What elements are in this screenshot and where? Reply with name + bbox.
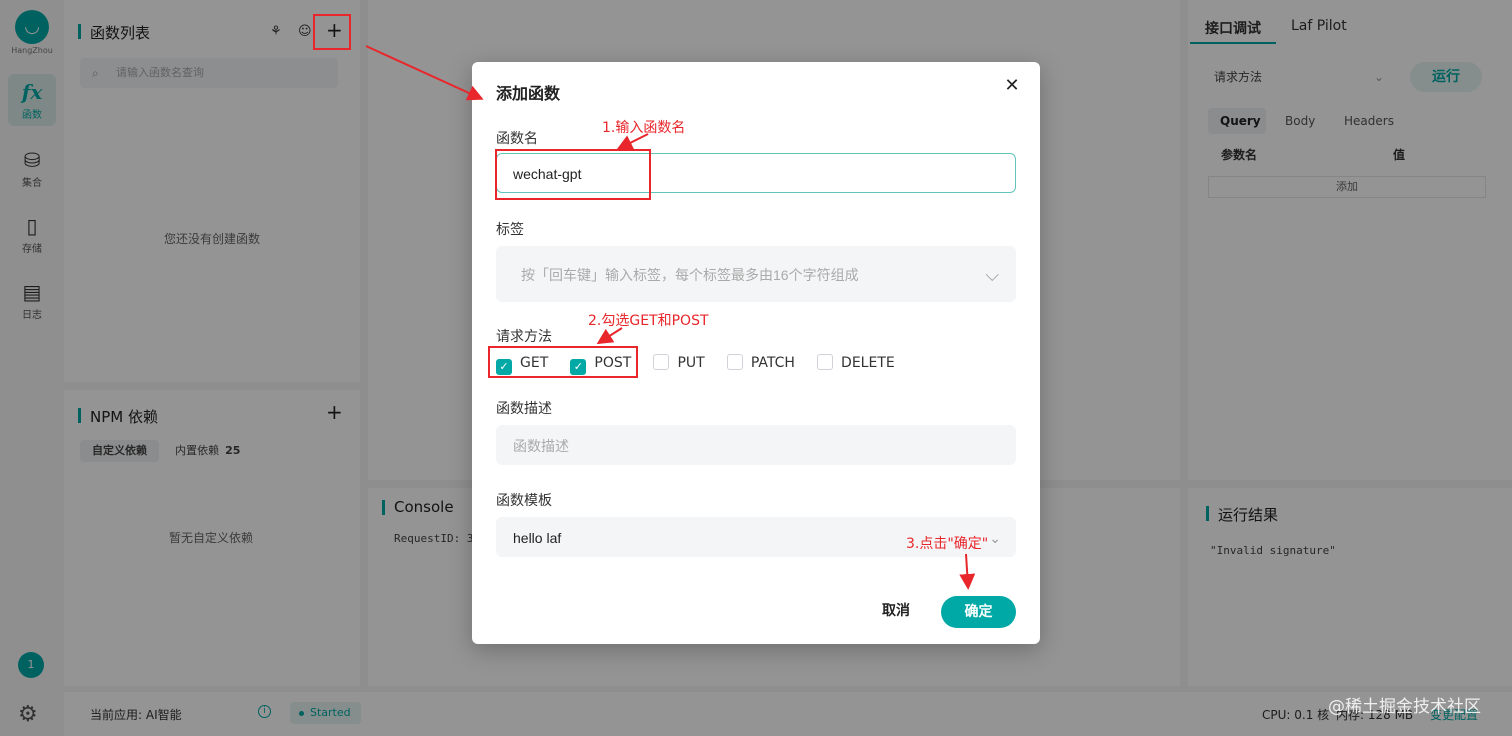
arrow-step2 [596, 327, 623, 345]
annotation-arrows [365, 45, 976, 590]
arrow-step3 [959, 553, 976, 590]
arrow-to-dialog [365, 45, 484, 101]
watermark: @稀土掘金技术社区 [1328, 697, 1481, 717]
arrow-step1 [616, 133, 649, 150]
